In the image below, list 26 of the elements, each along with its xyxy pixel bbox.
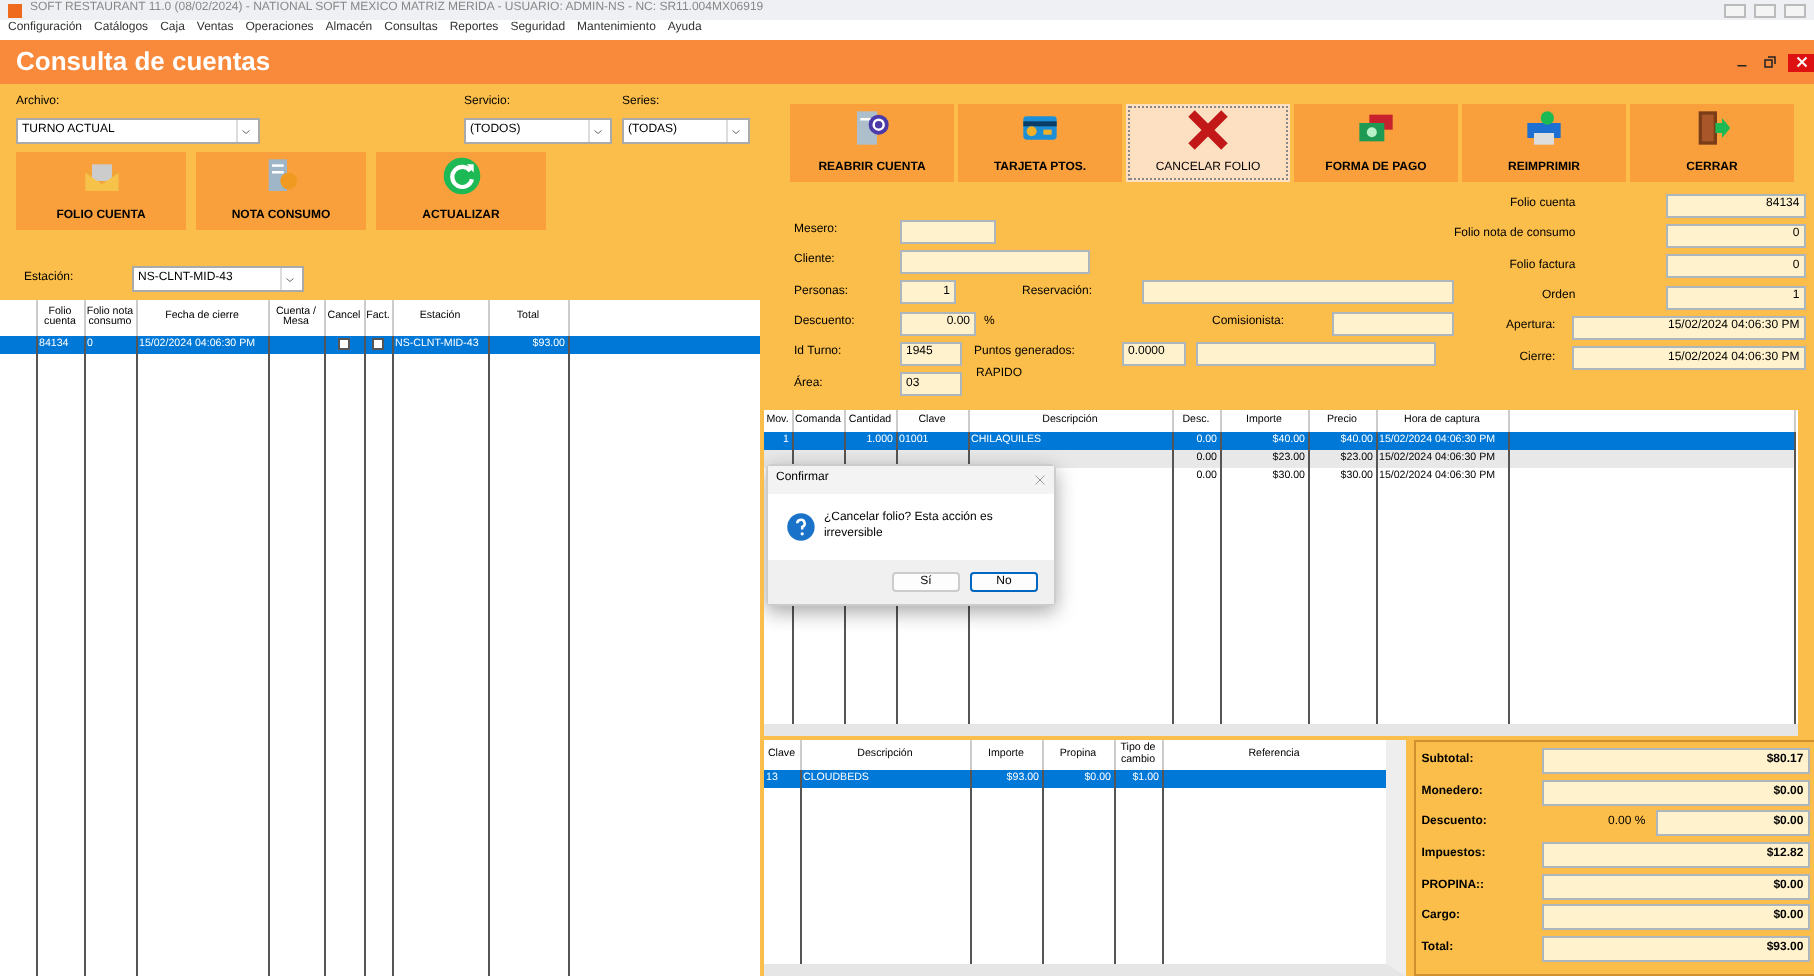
- text-field[interactable]: [1332, 311, 1454, 336]
- caret-icon: [592, 125, 604, 138]
- question-icon: [786, 512, 816, 542]
- caret-icon: [284, 273, 296, 286]
- text-field[interactable]: [1196, 341, 1436, 366]
- caret-icon: [240, 125, 252, 138]
- caret-icon: [730, 125, 742, 138]
- refresh-icon: [441, 156, 481, 197]
- text-field[interactable]: [900, 249, 1090, 274]
- restore-button[interactable]: [1760, 53, 1780, 71]
- app-icon: [8, 3, 22, 17]
- checkbox[interactable]: [372, 338, 384, 351]
- close-button[interactable]: [1788, 53, 1814, 71]
- document-icon: [852, 108, 892, 148]
- printer-icon: [1524, 108, 1564, 148]
- close-icon: [1034, 474, 1046, 486]
- close-button[interactable]: [1034, 474, 1046, 486]
- close-icon: [1795, 55, 1807, 68]
- form-title: Consulta de cuentas: [16, 46, 271, 78]
- restore-icon: [1764, 55, 1776, 68]
- checkbox[interactable]: [338, 338, 350, 351]
- text-field[interactable]: [1142, 280, 1454, 305]
- text-field[interactable]: [900, 219, 996, 244]
- maximize-button[interactable]: [1784, 3, 1806, 17]
- cross-icon: [1186, 108, 1230, 152]
- envelope-icon: [81, 156, 121, 197]
